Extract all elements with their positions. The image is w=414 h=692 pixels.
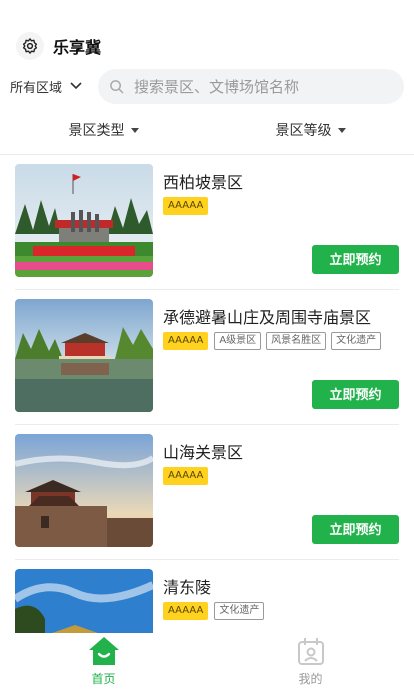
level-badge: AAAAA	[163, 332, 209, 350]
spot-name[interactable]: 清东陵	[163, 574, 211, 598]
spot-image[interactable]	[15, 569, 153, 633]
spot-tags: AAAAA 文化遗产	[163, 602, 269, 620]
spot-image[interactable]	[15, 434, 153, 547]
spot-name[interactable]: 西柏坡景区	[163, 169, 243, 193]
book-now-button[interactable]: 立即预约	[312, 380, 399, 409]
filter-scenic-type[interactable]: 景区类型	[0, 114, 207, 146]
filter-label: 景区等级	[275, 123, 332, 139]
list-item[interactable]: 清东陵 AAAAA 文化遗产	[0, 560, 414, 633]
spot-image[interactable]	[15, 164, 153, 277]
search-row: 所有区域 搜索景区、文博场馆名称	[0, 68, 414, 104]
region-selector[interactable]: 所有区域	[10, 77, 94, 96]
list-item[interactable]: 西柏坡景区 AAAAA 立即预约	[0, 155, 414, 290]
filter-bar: 景区类型 景区等级	[0, 114, 414, 146]
level-badge: AAAAA	[163, 467, 209, 485]
spot-name[interactable]: 承德避暑山庄及周围寺庙景区	[163, 304, 371, 328]
search-icon	[110, 79, 124, 93]
level-badge: AAAAA	[163, 197, 209, 215]
nav-mine[interactable]: 我的	[207, 633, 414, 692]
app-header: 乐享冀	[0, 26, 414, 66]
scenic-spot-list: 西柏坡景区 AAAAA 立即预约 承德避暑山庄及周围寺庙景区 AAAAA A级景…	[0, 155, 414, 633]
level-badge: AAAAA	[163, 602, 209, 620]
list-item[interactable]: 承德避暑山庄及周围寺庙景区 AAAAA A级景区 风景名胜区 文化遗产 立即预约	[0, 290, 414, 425]
settings-icon[interactable]	[16, 32, 44, 60]
chevron-down-icon	[70, 82, 82, 90]
spot-tags: AAAAA A级景区 风景名胜区 文化遗产	[163, 332, 386, 350]
nav-label: 首页	[91, 672, 116, 686]
search-input[interactable]: 搜索景区、文博场馆名称	[98, 68, 404, 104]
filter-scenic-level[interactable]: 景区等级	[207, 114, 414, 146]
spot-image[interactable]	[15, 299, 153, 412]
spot-tags: AAAAA	[163, 197, 214, 215]
nav-label: 我的	[298, 672, 323, 686]
bottom-nav: 首页 我的	[0, 633, 414, 692]
category-tag: 文化遗产	[214, 602, 265, 620]
home-icon	[88, 637, 119, 665]
book-now-button[interactable]: 立即预约	[312, 515, 399, 544]
category-tag: 文化遗产	[331, 332, 382, 350]
list-item[interactable]: 山海关景区 AAAAA 立即预约	[0, 425, 414, 560]
category-tag: A级景区	[214, 332, 262, 350]
app-screen: 乐享冀 所有区域 搜索景区、文博场馆名称 景区类型 景区等级 西柏坡景区 AAA…	[0, 0, 414, 692]
nav-home[interactable]: 首页	[0, 633, 207, 692]
search-placeholder: 搜索景区、文博场馆名称	[134, 77, 300, 96]
book-now-button[interactable]: 立即预约	[312, 245, 399, 274]
spot-name[interactable]: 山海关景区	[163, 439, 243, 463]
category-tag: 风景名胜区	[266, 332, 327, 350]
caret-down-icon	[337, 127, 346, 133]
spot-tags: AAAAA	[163, 467, 214, 485]
caret-down-icon	[130, 127, 139, 133]
app-title: 乐享冀	[53, 38, 102, 57]
filter-label: 景区类型	[68, 123, 125, 139]
user-icon	[297, 638, 324, 665]
region-label: 所有区域	[10, 80, 63, 96]
